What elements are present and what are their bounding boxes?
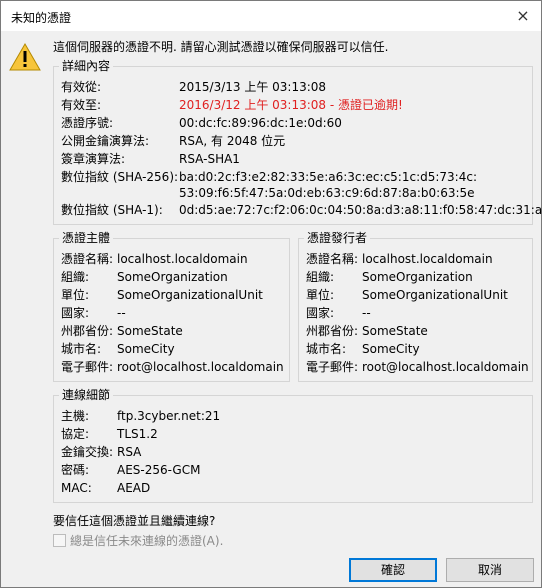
issuer-value: SomeOrganization — [362, 270, 473, 284]
issuer-value: root@localhost.localdomain — [362, 360, 529, 374]
detail-label: 有效至: — [61, 98, 102, 112]
issuer-label: 組織: — [306, 270, 335, 284]
issuer-group-title: 憑證發行者 — [304, 231, 371, 245]
subject-label: 憑證名稱: — [61, 252, 114, 266]
detail-label: 數位指紋 (SHA-256): — [61, 170, 179, 184]
detail-value: 00:dc:fc:89:96:dc:1e:0d:60 — [179, 116, 342, 130]
detail-label: 公開金鑰演算法: — [61, 134, 150, 148]
detail-value-continued: 53:09:f6:5f:47:5a:0d:eb:63:c9:6d:87:8a:b… — [179, 186, 475, 200]
subject-value: SomeCity — [117, 342, 175, 356]
details-group-title: 詳細內容 — [59, 59, 114, 73]
connection-value: TLS1.2 — [117, 427, 158, 441]
always-trust-label: 總是信任未來連線的憑證(A). — [70, 534, 224, 548]
subject-label: 電子郵件: — [61, 360, 114, 374]
subject-value: root@localhost.localdomain — [117, 360, 284, 374]
connection-group-title: 連線細節 — [59, 388, 114, 402]
detail-value: 0d:d5:ae:72:7c:f2:06:0c:04:50:8a:d3:a8:1… — [179, 203, 542, 217]
certificate-dialog: 未知的憑證 × 這個伺服器的憑證不明. 請留心測試憑證以確保伺服器可以信任. 詳… — [0, 0, 542, 588]
detail-value: RSA, 有 2048 位元 — [179, 134, 286, 148]
detail-label: 簽章演算法: — [61, 152, 126, 166]
issuer-label: 憑證名稱: — [306, 252, 359, 266]
issuer-value: SomeState — [362, 324, 428, 338]
always-trust-checkbox[interactable]: 總是信任未來連線的憑證(A). — [53, 532, 223, 549]
detail-label: 憑證序號: — [61, 116, 114, 130]
connection-label: 密碼: — [61, 463, 90, 477]
issuer-label: 單位: — [306, 288, 335, 302]
subject-value: SomeOrganization — [117, 270, 228, 284]
subject-label: 州郡省份: — [61, 324, 114, 338]
checkbox-box[interactable] — [53, 534, 66, 547]
connection-value: AES-256-GCM — [117, 463, 201, 477]
subject-value: SomeOrganizationalUnit — [117, 288, 263, 302]
detail-label: 有效從: — [61, 80, 102, 94]
issuer-label: 城市名: — [306, 342, 347, 356]
subject-value: SomeState — [117, 324, 183, 338]
connection-group: 連線細節 主機: ftp.3cyber.net:21 協定: TLS1.2 金鑰交換… — [53, 388, 533, 503]
subject-label: 組織: — [61, 270, 90, 284]
issuer-value: localhost.localdomain — [362, 252, 493, 266]
connection-label: MAC: — [61, 481, 92, 495]
trust-question: 要信任這個憑證並且繼續連線? — [53, 514, 216, 528]
connection-value: RSA — [117, 445, 142, 459]
warning-icon — [9, 43, 41, 71]
issuer-label: 國家: — [306, 306, 335, 320]
issuer-value: SomeOrganizationalUnit — [362, 288, 508, 302]
detail-value: 2015/3/13 上午 03:13:08 — [179, 80, 327, 94]
subject-group: 憑證主體 憑證名稱: localhost.localdomain 組織: SomeO… — [53, 231, 290, 382]
connection-label: 主機: — [61, 409, 90, 423]
detail-label: 數位指紋 (SHA-1): — [61, 203, 163, 217]
issuer-label: 州郡省份: — [306, 324, 359, 338]
cancel-button[interactable]: 取消 — [446, 558, 534, 582]
subject-value: -- — [117, 306, 126, 320]
expired-value: 2016/3/12 上午 03:13:08 - 憑證已逾期! — [179, 98, 403, 112]
detail-value: RSA-SHA1 — [179, 152, 240, 166]
connection-value: AEAD — [117, 481, 151, 495]
window-title: 未知的憑證 — [11, 11, 72, 25]
subject-label: 單位: — [61, 288, 90, 302]
connection-label: 金鑰交換: — [61, 445, 114, 459]
details-group: 詳細內容 有效從: 2015/3/13 上午 03:13:08 有效至: 201… — [53, 59, 542, 225]
subject-value: localhost.localdomain — [117, 252, 248, 266]
detail-value: ba:d0:2c:f3:e2:82:33:5e:a6:3c:ec:c5:1c:d… — [179, 170, 477, 184]
issuer-value: SomeCity — [362, 342, 420, 356]
subject-group-title: 憑證主體 — [59, 231, 114, 245]
connection-label: 協定: — [61, 427, 90, 441]
issuer-group: 憑證發行者 憑證名稱: localhost.localdomain 組織: Some… — [298, 231, 533, 382]
issuer-label: 電子郵件: — [306, 360, 359, 374]
title-bar: 未知的憑證 × — [1, 1, 541, 31]
subject-label: 城市名: — [61, 342, 102, 356]
issuer-value: -- — [362, 306, 371, 320]
ok-button[interactable]: 確認 — [349, 558, 437, 582]
subject-label: 國家: — [61, 306, 90, 320]
close-icon[interactable]: × — [511, 5, 535, 27]
warning-message: 這個伺服器的憑證不明. 請留心測試憑證以確保伺服器可以信任. — [53, 40, 389, 54]
connection-value: ftp.3cyber.net:21 — [117, 409, 221, 423]
